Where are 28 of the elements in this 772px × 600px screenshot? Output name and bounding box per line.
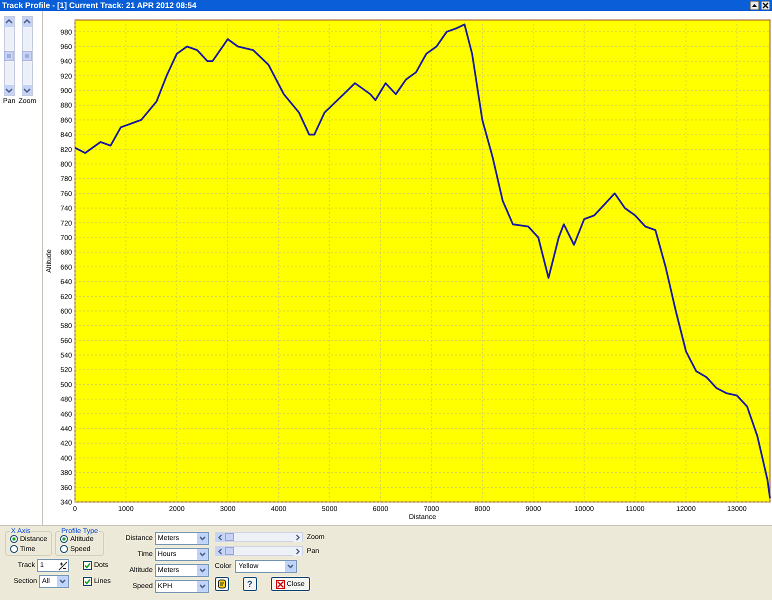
dropdown-arrow-icon[interactable] (196, 549, 208, 560)
radio-icon[interactable] (60, 535, 68, 543)
dropdown-arrow-icon[interactable] (57, 576, 68, 587)
scroll-thumb-icon[interactable] (4, 51, 14, 61)
dropdown-arrow-icon[interactable] (196, 533, 208, 544)
checkbox[interactable] (83, 577, 92, 586)
up-arrow-icon[interactable] (4, 17, 14, 27)
up-arrow-icon[interactable] (22, 17, 32, 27)
vertical-scrollbar[interactable] (4, 16, 15, 96)
close-icon[interactable] (761, 1, 770, 10)
restore-icon[interactable] (750, 1, 759, 10)
vertical-scrollbar[interactable] (22, 16, 33, 96)
window-title: Track Profile - [1] Current Track: 21 APR 2012 08:54 (2, 2, 196, 10)
radio-icon[interactable] (10, 545, 18, 553)
image-button[interactable] (214, 577, 229, 591)
cross-icon (276, 580, 285, 588)
dropdown-arrow-icon[interactable] (196, 565, 208, 576)
checkbox[interactable] (83, 561, 92, 570)
dropdown-arrow-icon[interactable] (285, 561, 296, 572)
down-arrow-icon[interactable] (4, 85, 14, 95)
document-icon (216, 579, 227, 589)
scroll-thumb-icon[interactable] (22, 51, 32, 61)
down-arrow-icon[interactable] (22, 85, 32, 95)
radio-icon[interactable] (10, 535, 18, 543)
spin-arrows-icon[interactable] (58, 560, 68, 570)
radio-icon[interactable] (60, 545, 68, 553)
dropdown-arrow-icon[interactable] (196, 581, 208, 592)
help-button[interactable]: ? (242, 577, 257, 591)
